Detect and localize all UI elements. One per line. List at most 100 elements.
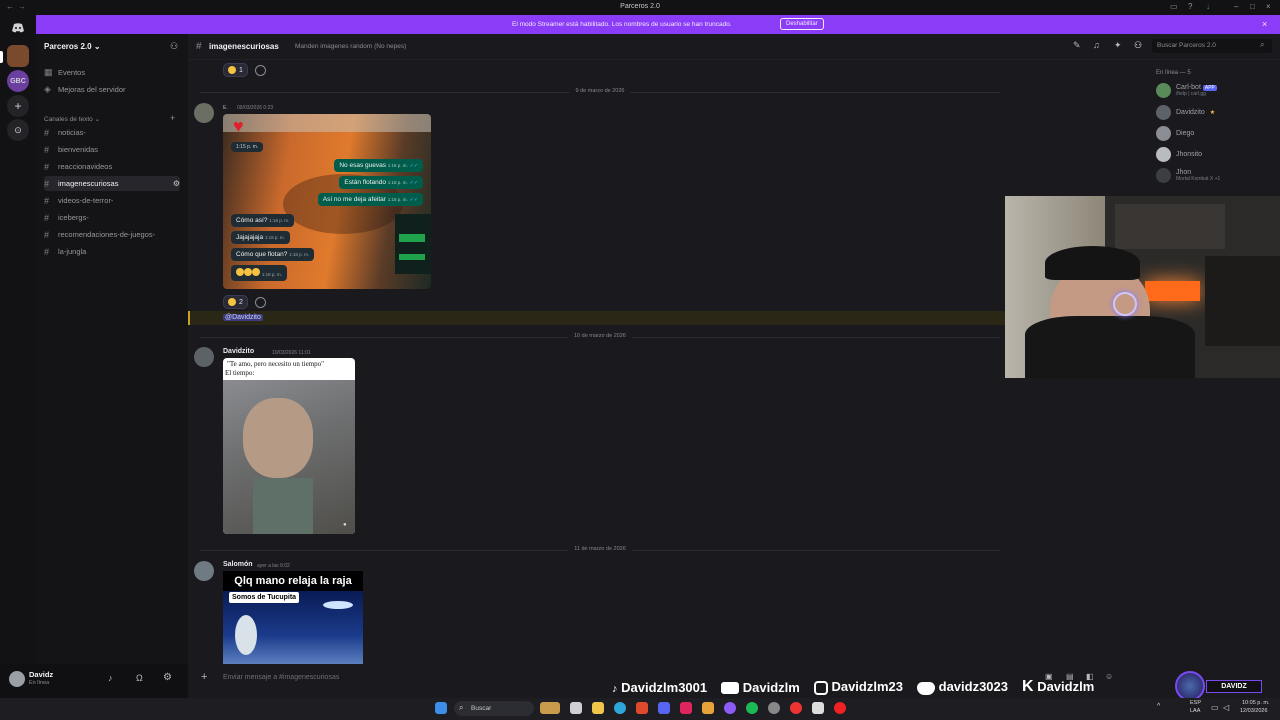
discord-taskbar-icon[interactable] — [658, 702, 670, 714]
meme-image[interactable]: "Te amo, pero necesito un tiempo" El tie… — [223, 358, 355, 534]
app-icon[interactable] — [724, 702, 736, 714]
user-mention[interactable]: @Davidzito — [223, 314, 263, 321]
channel-title: imagenescuriosas — [209, 42, 279, 51]
social-overlay: ♪ Davidzlm3001 Davidzlm Davidzlm23 david… — [612, 676, 1094, 698]
message-input[interactable]: Enviar mensaje a #imagenescuriosas — [223, 674, 339, 681]
channel-topic: Manden imagenes random (No nepes) — [295, 43, 407, 50]
chat-bubble-in: 1:18 p. m. — [231, 265, 287, 281]
tray-chevron-icon[interactable]: ^ — [1157, 703, 1160, 710]
threads-icon[interactable]: ✎ — [1073, 40, 1081, 51]
meme-image[interactable]: Qlq mano relaja la raja Somos de Tucupit… — [223, 571, 363, 664]
server-rail: GBC + ⊙ — [0, 15, 36, 698]
download-icon[interactable]: ↓ — [1206, 2, 1210, 11]
attach-plus-icon[interactable]: + — [201, 671, 207, 683]
member-carl-bot[interactable]: Carl-bot APP/help | carl.gg — [1156, 81, 1217, 99]
pin-icon[interactable]: ✦ — [1114, 40, 1122, 51]
settings-gear-icon[interactable]: ⚙ — [173, 179, 180, 188]
clock-time[interactable]: 10:05 p. m. — [1242, 700, 1270, 706]
channel-videos-de-terror[interactable]: # videos-de-terror- — [44, 193, 180, 208]
discord-handle: davidz3023 — [917, 679, 1008, 695]
laugh-emoji-icon — [252, 268, 260, 276]
server-name[interactable]: Parceros 2.0 ⌄ — [44, 42, 101, 51]
search-input[interactable]: Buscar Parceros 2.0 ⌕ — [1152, 39, 1272, 53]
app-badge: APP — [1202, 84, 1217, 91]
channel-imagenescuriosas[interactable]: # imagenescuriosas ⚙ — [44, 176, 180, 191]
task-view-icon[interactable] — [570, 702, 582, 714]
app-icon[interactable] — [812, 702, 824, 714]
reaction-pill[interactable]: 1 — [223, 63, 248, 77]
message-author[interactable]: Davidzito — [223, 348, 254, 355]
volume-icon[interactable]: ◁ — [1223, 703, 1229, 712]
kick-handle: K Davidzlm — [1022, 678, 1095, 695]
emoji-icon[interactable]: ☺ — [1105, 672, 1113, 681]
add-reaction-icon[interactable] — [255, 65, 266, 76]
headphones-icon[interactable]: Ω — [136, 673, 143, 683]
language-indicator[interactable]: ESP — [1190, 700, 1201, 706]
member-list-icon[interactable]: ⚇ — [1134, 40, 1142, 51]
member-jhonsito[interactable]: Jhonsito — [1156, 145, 1202, 163]
edge-icon[interactable] — [614, 702, 626, 714]
meme-title: Qlq mano relaja la raja — [223, 571, 363, 591]
app-icon[interactable] — [680, 702, 692, 714]
discord-home-icon[interactable] — [7, 17, 29, 39]
app-icon[interactable] — [768, 702, 780, 714]
maximize-icon[interactable]: □ — [1250, 2, 1255, 11]
message-author[interactable]: E. — [223, 105, 228, 111]
close-banner-icon[interactable]: × — [1262, 19, 1267, 29]
message-author[interactable]: Salomón — [223, 561, 253, 568]
add-channel-icon[interactable]: + — [170, 113, 175, 123]
app-icon[interactable] — [790, 702, 802, 714]
clock-date[interactable]: 12/03/2026 — [1240, 708, 1268, 714]
add-server-icon[interactable]: + — [7, 95, 29, 117]
sidebar-item-eventos[interactable]: ▦ Eventos — [44, 65, 180, 80]
discover-icon[interactable]: ⊙ — [7, 119, 29, 141]
member-davidzito[interactable]: Davidzito ★ — [1156, 103, 1215, 121]
meme-caption: "Te amo, pero necesito un tiempo" — [227, 360, 324, 368]
category-label[interactable]: Canales de texto ⌄ — [44, 115, 100, 123]
language-indicator-sub[interactable]: LAA — [1190, 708, 1200, 714]
app-icon[interactable] — [702, 702, 714, 714]
channel-bienvenidas[interactable]: # bienvenidas — [44, 142, 180, 157]
taskbar-search[interactable]: ⌕ Buscar — [454, 701, 534, 716]
network-icon[interactable]: ▭ — [1211, 703, 1219, 712]
avatar[interactable] — [194, 103, 214, 123]
channel-reaccionavideos[interactable]: # reaccionavideos — [44, 159, 180, 174]
member-diego[interactable]: Diego — [1156, 124, 1194, 142]
help-icon[interactable]: ? — [1188, 2, 1192, 11]
server-parceros-icon[interactable] — [7, 45, 29, 67]
widget-icon[interactable] — [540, 702, 560, 714]
server-logo-icon[interactable]: GBC — [7, 70, 29, 92]
sidebar-item-mejoras[interactable]: ◈ Mejoras del servidor — [44, 82, 180, 97]
avatar — [1156, 167, 1171, 183]
channel-recomendaciones[interactable]: # recomendaciones-de-juegos- — [44, 227, 180, 242]
channel-noticias[interactable]: # noticias- — [44, 125, 180, 140]
avatar[interactable] — [9, 671, 25, 687]
youtube-icon — [721, 682, 740, 695]
bell-icon[interactable]: ♫ — [1093, 40, 1100, 50]
streamer-avatar-logo — [1175, 671, 1205, 701]
inbox-icon[interactable]: ▭ — [1170, 2, 1178, 11]
app-icon[interactable] — [636, 702, 648, 714]
disable-streamer-button[interactable]: Deshabilitar — [780, 18, 824, 30]
channel-icebergs[interactable]: # icebergs- — [44, 210, 180, 225]
channel-la-jungla[interactable]: # la-jungla — [44, 244, 180, 259]
instagram-icon — [813, 680, 828, 695]
add-reaction-icon[interactable] — [255, 297, 266, 308]
minimize-icon[interactable]: – — [1234, 2, 1238, 11]
avatar[interactable] — [194, 561, 214, 581]
invite-icon[interactable]: ⚇ — [170, 41, 178, 52]
close-window-icon[interactable]: × — [1266, 2, 1271, 11]
hash-icon: # — [196, 41, 202, 52]
spotify-icon[interactable] — [746, 702, 758, 714]
app-icon[interactable] — [834, 702, 846, 714]
avatar[interactable] — [194, 347, 214, 367]
whatsapp-screenshot-image[interactable]: ♥ 1:15 p. m. No esas guevas 1:18 p. m. ✓… — [223, 114, 431, 289]
chat-bubble-in: Cómo que flotan? 1:18 p. m. — [231, 248, 315, 261]
reaction-pill[interactable]: 2 — [223, 295, 248, 309]
member-jhon[interactable]: Jhon Mortal Kombat X +1 — [1156, 166, 1220, 184]
file-explorer-icon[interactable] — [592, 702, 604, 714]
windows-start-icon[interactable] — [435, 702, 447, 714]
user-settings-icon[interactable]: ⚙ — [163, 672, 172, 683]
username[interactable]: Davidz — [29, 670, 53, 679]
microphone-icon[interactable]: ♪ — [108, 673, 113, 683]
